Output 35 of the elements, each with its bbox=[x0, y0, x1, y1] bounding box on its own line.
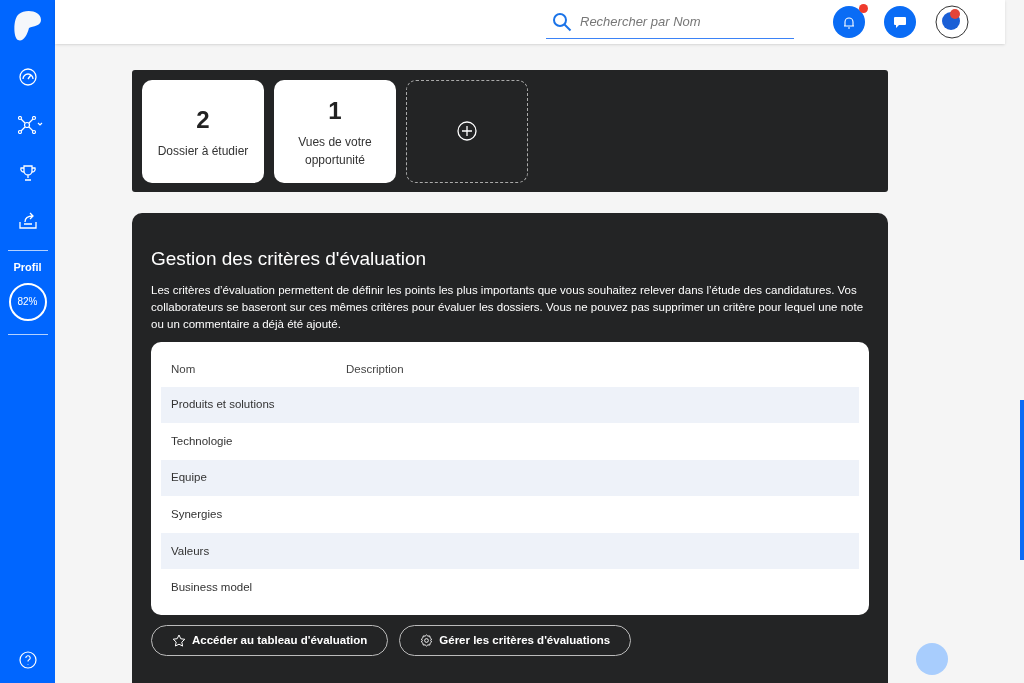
chat-bubble-icon bbox=[893, 15, 907, 29]
profile-label: Profil bbox=[13, 260, 42, 275]
plus-circle-icon bbox=[457, 121, 477, 141]
stat-card[interactable]: 1 Vues de votre opportunité bbox=[274, 79, 396, 183]
stat-value: 1 bbox=[328, 96, 342, 126]
logo-icon[interactable] bbox=[12, 10, 43, 42]
bell-icon bbox=[843, 15, 855, 29]
settings-icon bbox=[420, 634, 434, 648]
profile-progress-ring: 82% bbox=[7, 281, 48, 322]
share-tray-icon[interactable] bbox=[17, 212, 38, 230]
stat-value: 2 bbox=[196, 105, 210, 135]
table-cell-text: Synergies bbox=[171, 506, 223, 522]
section-title: Gestion des critères d'évaluation bbox=[151, 247, 428, 271]
search-icon bbox=[552, 11, 572, 32]
section-description: Les critères d’évaluation permettent de définir les points les plus importants que vous souhaitez relever dans l’étude des candidatures. Vos collaborateurs se baseront sur ces mêmes critères pour évaluer les dossiers. Vous ne pouvez pas supprimer un critère pour lequel une note ou un commentaire a déjà été ajouté. bbox=[151, 282, 865, 332]
star-icon bbox=[172, 633, 186, 648]
messages-button[interactable] bbox=[884, 6, 916, 38]
notifications-button[interactable] bbox=[833, 6, 865, 38]
dashboard-gauge-icon[interactable] bbox=[18, 68, 37, 86]
trophy-icon[interactable] bbox=[18, 164, 37, 182]
company-avatar-icon[interactable] bbox=[935, 5, 969, 39]
stat-card[interactable]: 2 Dossier à étudier bbox=[142, 79, 264, 183]
network-icon[interactable] bbox=[17, 116, 44, 134]
column-header: Nom bbox=[171, 361, 197, 377]
column-header: Description bbox=[346, 361, 404, 377]
table-cell-text: Valeurs bbox=[171, 543, 210, 559]
help-icon[interactable] bbox=[18, 651, 37, 669]
add-card-button[interactable] bbox=[406, 79, 528, 183]
table-cell-text: Equipe bbox=[171, 470, 207, 486]
stat-label: Vues de votre opportunité bbox=[297, 134, 373, 169]
table-cell-text: Business model bbox=[171, 580, 253, 596]
stat-label: Dossier à étudier bbox=[157, 143, 249, 160]
table-cell-text: Technologie bbox=[171, 433, 233, 449]
search-field[interactable]: Rechercher par Nom bbox=[580, 11, 770, 32]
table-cell-text: Produits et solutions bbox=[171, 397, 275, 413]
